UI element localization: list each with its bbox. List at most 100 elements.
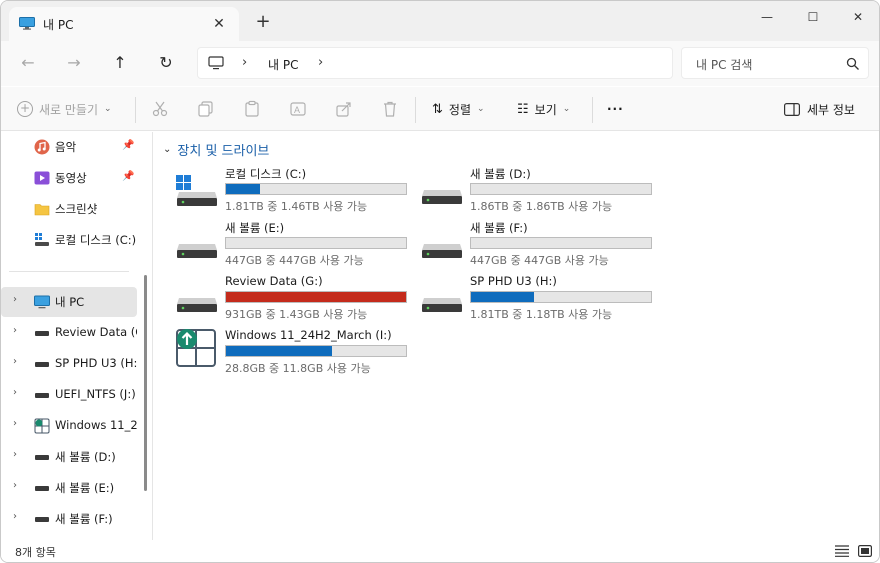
sidebar-item-label: 새 볼륨 (F:) bbox=[55, 512, 113, 526]
sidebar-item-label: 스크린샷 bbox=[55, 202, 98, 216]
drive-tile-d[interactable]: 새 볼륨 (D:) 1.86TB 중 1.86TB 사용 가능 bbox=[420, 166, 660, 213]
chevron-right-icon[interactable]: › bbox=[13, 480, 17, 491]
chevron-right-icon[interactable]: › bbox=[13, 449, 17, 460]
share-icon[interactable] bbox=[335, 100, 353, 118]
chevron-down-icon[interactable]: ⌄ bbox=[163, 144, 171, 155]
cut-icon[interactable] bbox=[151, 100, 169, 118]
add-circle-icon: + bbox=[17, 101, 33, 117]
chevron-right-icon[interactable]: › bbox=[13, 511, 17, 522]
drive-icon bbox=[422, 244, 462, 258]
drive-free-space: 1.81TB 중 1.46TB 사용 가능 bbox=[225, 200, 368, 213]
sidebar-item-videos[interactable]: 동영상 📌 bbox=[1, 163, 137, 193]
sidebar-item-label: 로컬 디스크 (C:) bbox=[55, 233, 137, 247]
group-header-devices[interactable]: ⌄ 장치 및 드라이브 bbox=[163, 140, 269, 159]
maximize-button[interactable]: ☐ bbox=[790, 5, 836, 29]
drive-usage-bar bbox=[225, 237, 407, 249]
drive-icon bbox=[35, 455, 49, 460]
details-pane-button[interactable]: 세부 정보 bbox=[784, 99, 855, 119]
drive-tile-g[interactable]: Review Data (G:) 931GB 중 1.43GB 사용 가능 bbox=[175, 274, 415, 321]
drive-free-space: 447GB 중 447GB 사용 가능 bbox=[225, 254, 364, 267]
forward-button[interactable]: → bbox=[61, 51, 87, 75]
tab-this-pc[interactable]: 내 PC ✕ bbox=[9, 7, 239, 41]
video-icon bbox=[34, 171, 50, 185]
sidebar-item-label: Review Data (G:) bbox=[55, 325, 137, 339]
tab-title: 내 PC bbox=[43, 18, 74, 32]
back-button[interactable]: ← bbox=[15, 51, 41, 75]
more-options-button[interactable]: ··· bbox=[607, 99, 624, 119]
copy-icon[interactable] bbox=[197, 100, 215, 118]
sidebar-item-volume-d[interactable]: › 새 볼륨 (D:) bbox=[1, 442, 137, 472]
navigation-bar: ← → ↑ ↻ › 내 PC › 내 PC 검색 bbox=[1, 41, 879, 86]
sidebar-item-windows-install[interactable]: › Windows 11_24H2_March (I:) bbox=[1, 411, 137, 441]
details-view-icon[interactable] bbox=[835, 545, 849, 557]
more-icon: ··· bbox=[607, 102, 624, 116]
drive-icon bbox=[422, 190, 462, 204]
music-icon bbox=[34, 139, 50, 155]
drive-tile-f[interactable]: 새 볼륨 (F:) 447GB 중 447GB 사용 가능 bbox=[420, 220, 660, 267]
pin-icon[interactable]: 📌 bbox=[122, 140, 134, 151]
sidebar-item-label: SP PHD U3 (H:) bbox=[55, 356, 137, 370]
drive-name: Windows 11_24H2_March (I:) bbox=[225, 328, 392, 342]
divider bbox=[9, 271, 129, 272]
sidebar-item-screenshots[interactable]: 스크린샷 bbox=[1, 194, 137, 224]
drive-tile-e[interactable]: 새 볼륨 (E:) 447GB 중 447GB 사용 가능 bbox=[175, 220, 415, 267]
chevron-right-icon[interactable]: › bbox=[13, 418, 17, 429]
close-window-button[interactable]: ✕ bbox=[835, 5, 879, 29]
drive-free-space: 447GB 중 447GB 사용 가능 bbox=[470, 254, 609, 267]
sort-button[interactable]: ⇅ 정렬 ⌄ bbox=[432, 99, 485, 119]
close-tab-icon[interactable]: ✕ bbox=[209, 15, 229, 33]
search-box[interactable]: 내 PC 검색 bbox=[681, 47, 869, 79]
new-button[interactable]: + 새로 만들기 ⌄ bbox=[17, 99, 112, 119]
up-button[interactable]: ↑ bbox=[107, 51, 133, 75]
chevron-down-icon: ⌄ bbox=[562, 104, 571, 114]
sidebar-item-volume-f[interactable]: › 새 볼륨 (F:) bbox=[1, 504, 137, 534]
monitor-icon bbox=[208, 56, 224, 70]
address-bar[interactable]: › 내 PC › bbox=[197, 47, 673, 79]
chevron-right-icon[interactable]: › bbox=[318, 55, 323, 70]
chevron-right-icon[interactable]: › bbox=[13, 356, 17, 367]
chevron-right-icon[interactable]: › bbox=[13, 387, 17, 398]
sidebar-item-sp-phd-u3[interactable]: › SP PHD U3 (H:) bbox=[1, 349, 137, 379]
chevron-right-icon[interactable]: › bbox=[13, 325, 17, 336]
search-input[interactable]: 내 PC 검색 bbox=[696, 56, 752, 73]
sort-label: 정렬 bbox=[448, 102, 471, 117]
delete-icon[interactable] bbox=[381, 100, 399, 118]
tiles-view-icon[interactable] bbox=[858, 545, 872, 557]
drive-name: 로컬 디스크 (C:) bbox=[225, 167, 307, 181]
item-count: 8개 항목 bbox=[15, 546, 56, 559]
drive-name: SP PHD U3 (H:) bbox=[470, 274, 557, 288]
sidebar-item-uefi-ntfs[interactable]: › UEFI_NTFS (J:) bbox=[1, 380, 137, 410]
view-icon: ☷ bbox=[517, 101, 529, 117]
new-tab-button[interactable]: + bbox=[253, 12, 273, 32]
drive-usage-fill bbox=[226, 292, 406, 302]
pin-icon[interactable]: 📌 bbox=[122, 171, 134, 182]
sidebar-scrollbar[interactable] bbox=[144, 275, 147, 491]
drive-tile-h[interactable]: SP PHD U3 (H:) 1.81TB 중 1.18TB 사용 가능 bbox=[420, 274, 660, 321]
sidebar-item-review-data[interactable]: › Review Data (G:) bbox=[1, 318, 137, 348]
details-label: 세부 정보 bbox=[807, 102, 855, 117]
breadcrumb-this-pc[interactable]: 내 PC bbox=[268, 56, 298, 73]
sidebar-item-label: 새 볼륨 (E:) bbox=[55, 481, 115, 495]
drive-icon bbox=[35, 362, 49, 367]
chevron-right-icon[interactable]: › bbox=[242, 55, 247, 70]
drive-tile-c[interactable]: 로컬 디스크 (C:) 1.81TB 중 1.46TB 사용 가능 bbox=[175, 166, 415, 213]
refresh-button[interactable]: ↻ bbox=[153, 51, 179, 75]
sidebar-item-volume-e[interactable]: › 새 볼륨 (E:) bbox=[1, 473, 137, 503]
sidebar-item-this-pc[interactable]: › 내 PC bbox=[1, 287, 137, 317]
chevron-right-icon[interactable]: › bbox=[13, 294, 17, 305]
command-bar: + 새로 만들기 ⌄ A ⇅ 정렬 ⌄ ☷ 보기 ⌄ ··· 세부 정보 bbox=[1, 87, 879, 131]
divider bbox=[415, 97, 416, 123]
sidebar-item-local-disk-c[interactable]: 로컬 디스크 (C:) bbox=[1, 225, 137, 255]
drive-tile-i[interactable]: Windows 11_24H2_March (I:) 28.8GB 중 11.8… bbox=[175, 328, 415, 375]
drive-icon bbox=[35, 486, 49, 491]
folder-icon bbox=[34, 204, 50, 216]
rename-icon[interactable]: A bbox=[289, 100, 307, 118]
sidebar-item-label: 새 볼륨 (D:) bbox=[55, 450, 116, 464]
paste-icon[interactable] bbox=[243, 100, 261, 118]
minimize-button[interactable]: — bbox=[744, 5, 790, 29]
drive-free-space: 1.86TB 중 1.86TB 사용 가능 bbox=[470, 200, 613, 213]
sidebar-item-music[interactable]: 음악 📌 bbox=[1, 132, 137, 162]
view-button[interactable]: ☷ 보기 ⌄ bbox=[517, 99, 570, 119]
title-bar: 내 PC ✕ + — ☐ ✕ bbox=[1, 1, 879, 41]
monitor-icon bbox=[34, 295, 50, 309]
